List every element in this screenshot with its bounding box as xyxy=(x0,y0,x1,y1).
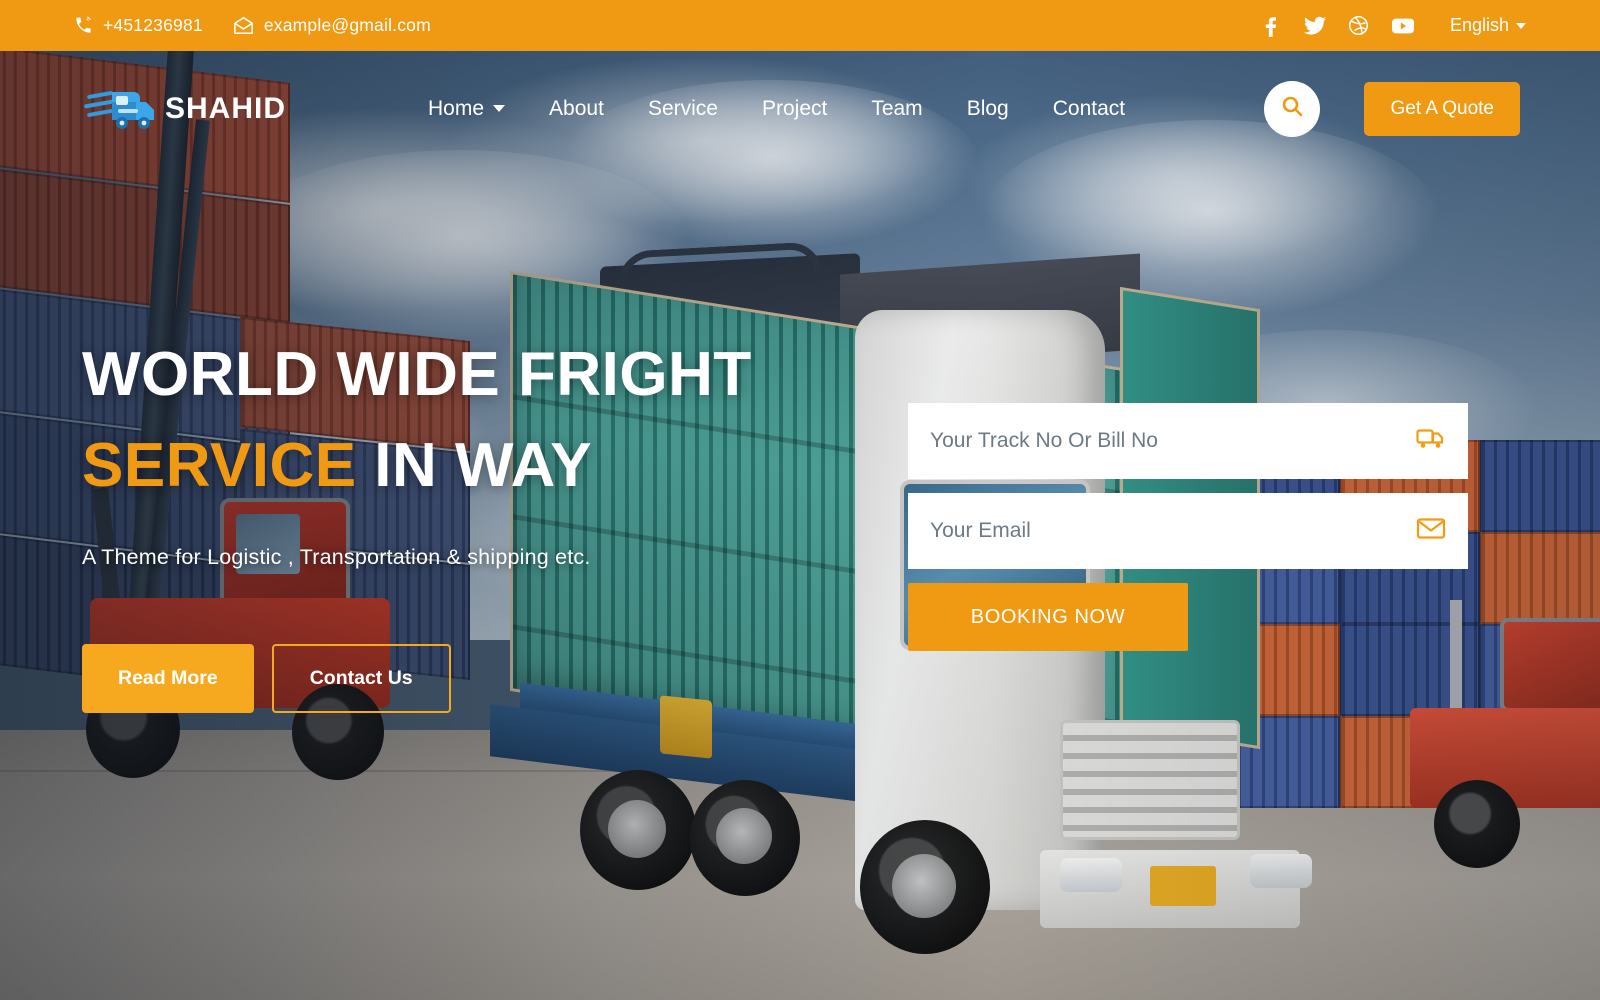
nav-links: Home About Service Project Team Blog Con… xyxy=(406,97,1147,121)
track-number-input[interactable] xyxy=(908,429,1468,453)
nav-item-blog-label: Blog xyxy=(966,96,1009,120)
hero-subtitle: A Theme for Logistic , Transportation & … xyxy=(82,545,591,570)
truck-icon xyxy=(1416,427,1446,456)
phone-number: +451236981 xyxy=(103,15,203,35)
envelope-open-icon xyxy=(233,16,254,35)
nav-item-home-label: Home xyxy=(428,96,485,120)
caret-down-icon xyxy=(1516,22,1526,29)
page-root: +451236981 example@gmail.com English SHA… xyxy=(0,0,1600,1000)
email-address: example@gmail.com xyxy=(263,15,431,35)
hero-title: WORLD WIDE FRIGHT SERVICE IN WAY xyxy=(82,330,842,511)
hero-content: WORLD WIDE FRIGHT SERVICE IN WAY A Theme… xyxy=(82,330,842,714)
language-label: English xyxy=(1449,15,1509,35)
nav-item-service-label: Service xyxy=(647,96,718,120)
booking-form: BOOKING NOW xyxy=(908,403,1468,651)
nav-item-team[interactable]: Team xyxy=(849,97,944,121)
nav-item-blog[interactable]: Blog xyxy=(945,97,1031,121)
nav-item-team-label: Team xyxy=(871,96,923,120)
phone-contact[interactable]: +451236981 xyxy=(74,15,203,36)
email-input[interactable] xyxy=(908,519,1468,543)
topbar-social-group: English xyxy=(1260,15,1526,37)
get-a-quote-button[interactable]: Get A Quote xyxy=(1364,81,1520,136)
search-icon xyxy=(1280,94,1304,123)
nav-item-service[interactable]: Service xyxy=(626,97,740,121)
nav-item-contact-label: Contact xyxy=(1052,96,1126,120)
read-more-button[interactable]: Read More xyxy=(82,644,254,714)
brand-name: SHAHID xyxy=(165,91,287,125)
nav-item-project-label: Project xyxy=(761,96,828,120)
main-navigation-bar: SHAHID Home About Service Project Team B… xyxy=(0,51,1600,166)
nav-item-about[interactable]: About xyxy=(527,97,626,121)
twitter-icon[interactable] xyxy=(1303,15,1326,37)
hero-title-line2-rest: IN WAY xyxy=(356,430,593,500)
envelope-icon xyxy=(1416,517,1446,546)
youtube-icon[interactable] xyxy=(1391,15,1414,37)
hero-title-line1: WORLD WIDE FRIGHT xyxy=(82,340,752,409)
hero-buttons: Read More Contact Us xyxy=(82,644,842,714)
search-button[interactable] xyxy=(1264,80,1321,137)
chevron-down-icon xyxy=(493,105,506,112)
nav-item-project[interactable]: Project xyxy=(740,97,849,121)
hero-title-accent: SERVICE xyxy=(82,430,357,500)
language-selector[interactable]: English xyxy=(1450,15,1526,36)
dribbble-icon[interactable] xyxy=(1348,15,1370,37)
email-contact[interactable]: example@gmail.com xyxy=(233,15,431,36)
nav-item-about-label: About xyxy=(549,96,604,120)
truck-logo-icon xyxy=(82,80,156,137)
site-logo[interactable]: SHAHID xyxy=(82,80,286,137)
contact-us-button[interactable]: Contact Us xyxy=(271,644,451,714)
nav-item-home[interactable]: Home xyxy=(406,97,527,121)
booking-now-button[interactable]: BOOKING NOW xyxy=(908,583,1188,651)
facebook-icon[interactable] xyxy=(1260,15,1282,37)
track-number-field[interactable] xyxy=(908,403,1468,479)
topbar-contact-group: +451236981 example@gmail.com xyxy=(74,15,431,36)
phone-volume-icon xyxy=(74,16,93,35)
top-info-bar: +451236981 example@gmail.com English xyxy=(0,0,1600,51)
nav-item-contact[interactable]: Contact xyxy=(1031,97,1147,121)
email-field[interactable] xyxy=(908,493,1468,569)
nav-actions: Get A Quote xyxy=(1264,80,1520,137)
